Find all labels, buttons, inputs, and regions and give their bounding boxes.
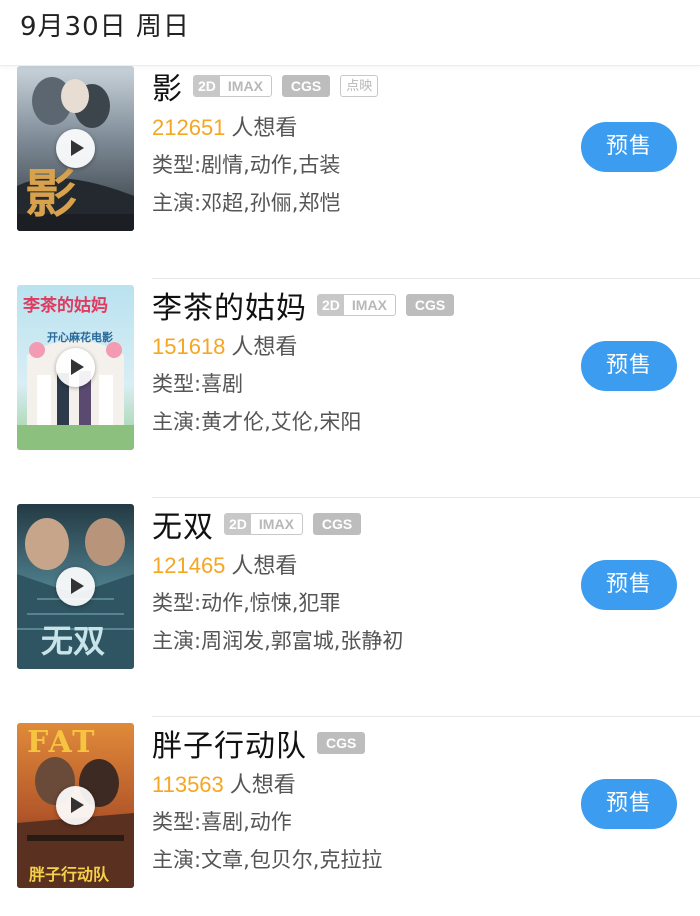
movie-cast: 主演:周润发,郭富城,张静初: [152, 629, 404, 653]
want-suffix: 人想看: [229, 773, 296, 798]
tag-cgs: CGS: [281, 75, 331, 97]
movie-list: 影 影 2D IMAX CGS 点映 212651 人想看 类型:剧情,动作,古装 …: [0, 60, 700, 916]
presale-button[interactable]: 预售: [581, 122, 677, 172]
tag-2d-imax: 2D IMAX: [317, 294, 396, 316]
movie-poster[interactable]: FAT 胖子行动队: [17, 723, 134, 888]
movie-title[interactable]: 无双: [152, 502, 214, 546]
movie-title[interactable]: 胖子行动队: [152, 721, 307, 765]
poster-badge-text: FAT: [27, 725, 97, 760]
tag-preview-screening: 点映: [340, 75, 379, 97]
movie-cast: 主演:邓超,孙俪,郑恺: [152, 191, 341, 215]
want-suffix: 人想看: [231, 554, 298, 579]
movie-genre: 类型:动作,惊悚,犯罪: [152, 591, 341, 615]
play-icon[interactable]: [56, 348, 95, 387]
movie-genre: 类型:喜剧: [152, 372, 244, 396]
movie-item[interactable]: 影 影 2D IMAX CGS 点映 212651 人想看 类型:剧情,动作,古装 …: [0, 60, 700, 279]
tag-cgs: CGS: [312, 513, 362, 535]
movie-poster[interactable]: 无双: [17, 504, 134, 669]
movie-info: 无双 2D IMAX CGS 121465 人想看 类型:动作,惊悚,犯罪 主演:周…: [152, 504, 403, 660]
movie-cast: 主演:黄才伦,艾伦,宋阳: [152, 410, 362, 434]
want-count: 121465: [152, 553, 226, 578]
want-count: 212651: [152, 115, 226, 140]
play-icon[interactable]: [56, 567, 95, 606]
movie-title[interactable]: 李茶的姑妈: [152, 283, 307, 327]
movie-item[interactable]: 无双 无双 2D IMAX CGS 121465 人想看 类型:动作,惊悚,犯罪 主…: [0, 498, 700, 717]
presale-button[interactable]: 预售: [581, 560, 677, 610]
movie-cast: 主演:文章,包贝尔,克拉拉: [152, 848, 383, 872]
play-icon[interactable]: [56, 129, 95, 168]
movie-title[interactable]: 影: [152, 64, 183, 108]
tag-2d-imax: 2D IMAX: [224, 513, 303, 535]
movie-poster[interactable]: 影: [17, 66, 134, 231]
movie-item[interactable]: 李茶的姑妈 开心麻花电影 李茶的姑妈 2D IMAX CGS 151618 人想看 …: [0, 279, 700, 498]
want-suffix: 人想看: [231, 335, 298, 360]
movie-item[interactable]: FAT 胖子行动队 胖子行动队 CGS 113563 人想看 类型:喜剧,动作 主…: [0, 717, 700, 916]
want-to-see: 151618 人想看: [152, 329, 454, 365]
play-icon[interactable]: [56, 786, 95, 825]
want-to-see: 121465 人想看: [152, 548, 403, 584]
poster-title-text: 无双: [41, 622, 106, 660]
movie-poster[interactable]: 李茶的姑妈 开心麻花电影: [17, 285, 134, 450]
presale-button[interactable]: 预售: [581, 779, 677, 829]
date-label: 9月30日 周日: [20, 12, 190, 42]
movie-info: 李茶的姑妈 2D IMAX CGS 151618 人想看 类型:喜剧 主演:黄才伦,…: [152, 283, 455, 441]
want-to-see: 212651 人想看: [152, 110, 378, 146]
want-suffix: 人想看: [231, 116, 298, 141]
movie-genre: 类型:喜剧,动作: [152, 810, 292, 834]
want-count: 151618: [152, 334, 226, 359]
movie-info: 胖子行动队 CGS 113563 人想看 类型:喜剧,动作 主演:文章,包贝尔,克…: [152, 723, 382, 879]
movie-info: 影 2D IMAX CGS 点映 212651 人想看 类型:剧情,动作,古装 主演…: [152, 64, 379, 222]
poster-title-text: 李茶的姑妈: [23, 296, 108, 316]
movie-genre: 类型:剧情,动作,古装: [152, 153, 341, 177]
tag-cgs: CGS: [317, 732, 366, 754]
poster-subtitle-text: 开心麻花电影: [47, 331, 113, 344]
tag-cgs: CGS: [405, 294, 455, 316]
tag-2d-imax: 2D IMAX: [193, 75, 272, 97]
want-count: 113563: [152, 772, 224, 797]
want-to-see: 113563 人想看: [152, 767, 382, 803]
date-header: 9月30日 周日: [0, 0, 700, 66]
poster-title-text: 胖子行动队: [29, 865, 110, 884]
presale-button[interactable]: 预售: [581, 341, 677, 391]
